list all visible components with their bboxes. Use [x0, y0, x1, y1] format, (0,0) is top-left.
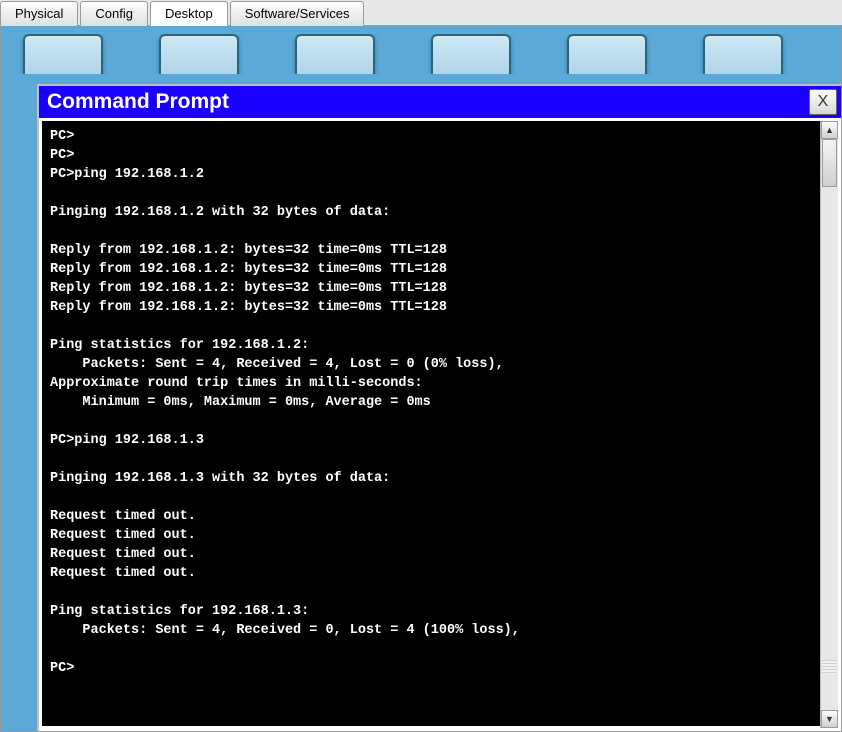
dock-icon[interactable] — [295, 34, 375, 74]
terminal-output[interactable]: PC> PC> PC>ping 192.168.1.2 Pinging 192.… — [42, 121, 838, 726]
scroll-track[interactable] — [821, 139, 838, 710]
tab-bar: Physical Config Desktop Software/Service… — [0, 0, 842, 26]
dock-icon[interactable] — [431, 34, 511, 74]
tab-config[interactable]: Config — [80, 1, 148, 26]
desktop-area: Command Prompt X PC> PC> PC>ping 192.168… — [0, 26, 842, 732]
close-button[interactable]: X — [809, 89, 837, 115]
command-prompt-titlebar[interactable]: Command Prompt X — [39, 86, 841, 118]
dock-icon[interactable] — [567, 34, 647, 74]
tab-desktop[interactable]: Desktop — [150, 1, 228, 26]
scroll-grip-icon — [822, 660, 837, 674]
dock-icon[interactable] — [23, 34, 103, 74]
scroll-up-button[interactable]: ▲ — [821, 121, 838, 139]
dock-icon[interactable] — [703, 34, 783, 74]
scrollbar: ▲ ▼ — [820, 121, 838, 728]
scroll-down-button[interactable]: ▼ — [821, 710, 838, 728]
window-title: Command Prompt — [47, 90, 229, 114]
dock-icon[interactable] — [159, 34, 239, 74]
tab-software-services[interactable]: Software/Services — [230, 1, 365, 26]
scroll-thumb[interactable] — [822, 139, 837, 187]
command-prompt-window: Command Prompt X PC> PC> PC>ping 192.168… — [37, 84, 841, 731]
app-dock — [9, 34, 833, 74]
tab-physical[interactable]: Physical — [0, 1, 78, 26]
